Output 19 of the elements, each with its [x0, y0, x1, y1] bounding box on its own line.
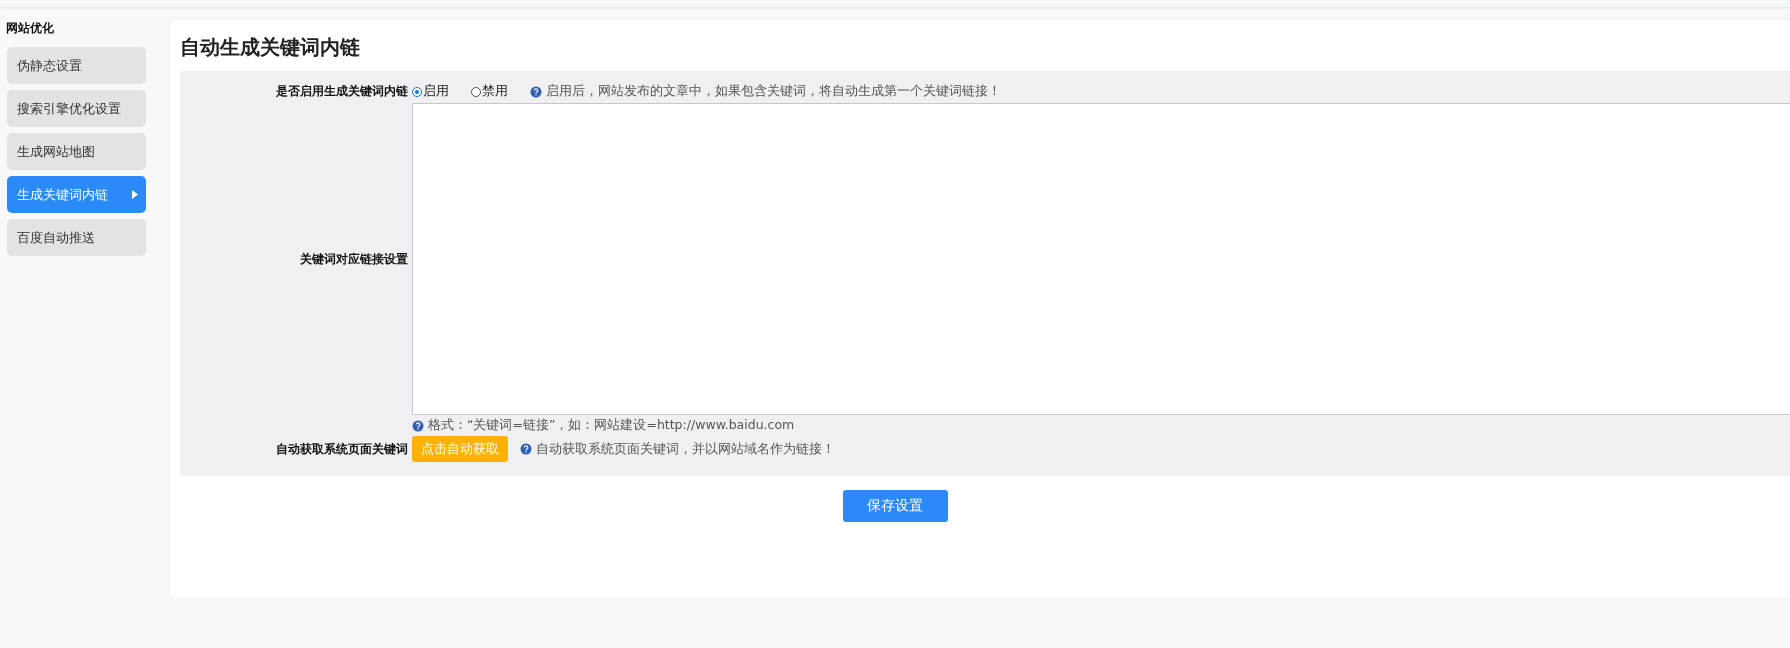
help-icon: [412, 419, 424, 432]
caret-icon: [132, 190, 138, 199]
help-icon: [530, 85, 542, 98]
help-icon: [520, 443, 532, 455]
hint-text: 格式：“关键词=链接”，如：网站建设=http://www.baidu.com: [428, 417, 795, 434]
page-title: 自动生成关键词内链: [180, 34, 361, 61]
sidebar-title: 网站优化: [6, 20, 55, 37]
sidebar-item[interactable]: 生成网站地图: [7, 133, 146, 170]
radio-option[interactable]: 启用: [412, 83, 449, 100]
sidebar-item[interactable]: 百度自动推送: [7, 219, 146, 256]
sidebar-item[interactable]: 伪静态设置: [7, 47, 146, 84]
field-label: 是否启用生成关键词内链: [275, 83, 408, 100]
field-label: 自动获取系统页面关键词: [275, 440, 408, 458]
hint-text: 自动获取系统页面关键词，并以网站域名作为链接！: [536, 440, 835, 458]
sidebar-item[interactable]: 搜索引擎优化设置: [7, 90, 146, 127]
field-label: 关键词对应链接设置: [299, 250, 408, 268]
keyword-links-textarea[interactable]: [412, 103, 1790, 415]
radio-option[interactable]: 禁用: [471, 83, 508, 100]
hint-text: 启用后，网站发布的文章中，如果包含关键词，将自动生成第一个关键词链接！: [546, 83, 1001, 100]
